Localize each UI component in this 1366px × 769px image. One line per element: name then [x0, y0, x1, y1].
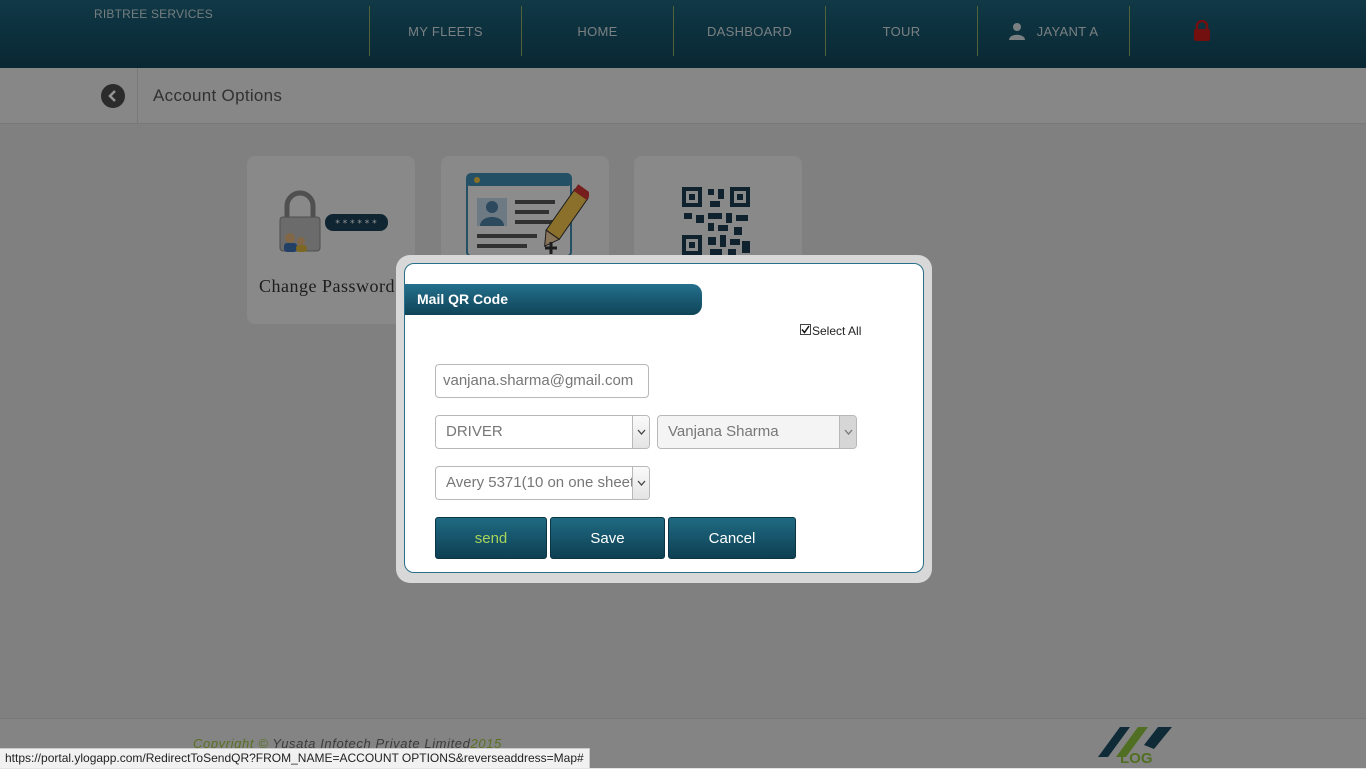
- send-button[interactable]: send: [435, 517, 547, 559]
- label-template-select[interactable]: Avery 5371(10 on one sheet): [435, 466, 650, 500]
- role-select[interactable]: DRIVER: [435, 415, 650, 449]
- select-all-option[interactable]: Select All: [800, 323, 862, 338]
- chevron-down-icon[interactable]: [839, 416, 856, 448]
- select-all-label: Select All: [812, 324, 862, 338]
- select-all-checkbox[interactable]: [800, 323, 811, 335]
- mail-qr-dialog-frame: Mail QR Code Select All vanjana.sharma@g…: [396, 255, 932, 583]
- role-value: DRIVER: [446, 423, 503, 440]
- dialog-title: Mail QR Code: [405, 284, 702, 315]
- chevron-down-icon[interactable]: [632, 467, 649, 499]
- template-value: Avery 5371(10 on one sheet): [446, 474, 640, 491]
- save-button[interactable]: Save: [550, 517, 665, 559]
- checkmark-icon: [801, 325, 810, 334]
- name-value: Vanjana Sharma: [668, 423, 779, 440]
- email-field[interactable]: vanjana.sharma@gmail.com: [435, 364, 649, 398]
- email-value: vanjana.sharma@gmail.com: [443, 372, 634, 389]
- link-status-url: https://portal.ylogapp.com/RedirectToSen…: [0, 748, 590, 768]
- chevron-down-icon[interactable]: [632, 416, 649, 448]
- name-select[interactable]: Vanjana Sharma: [657, 415, 857, 449]
- cancel-button[interactable]: Cancel: [668, 517, 796, 559]
- mail-qr-dialog: Mail QR Code Select All vanjana.sharma@g…: [404, 263, 924, 573]
